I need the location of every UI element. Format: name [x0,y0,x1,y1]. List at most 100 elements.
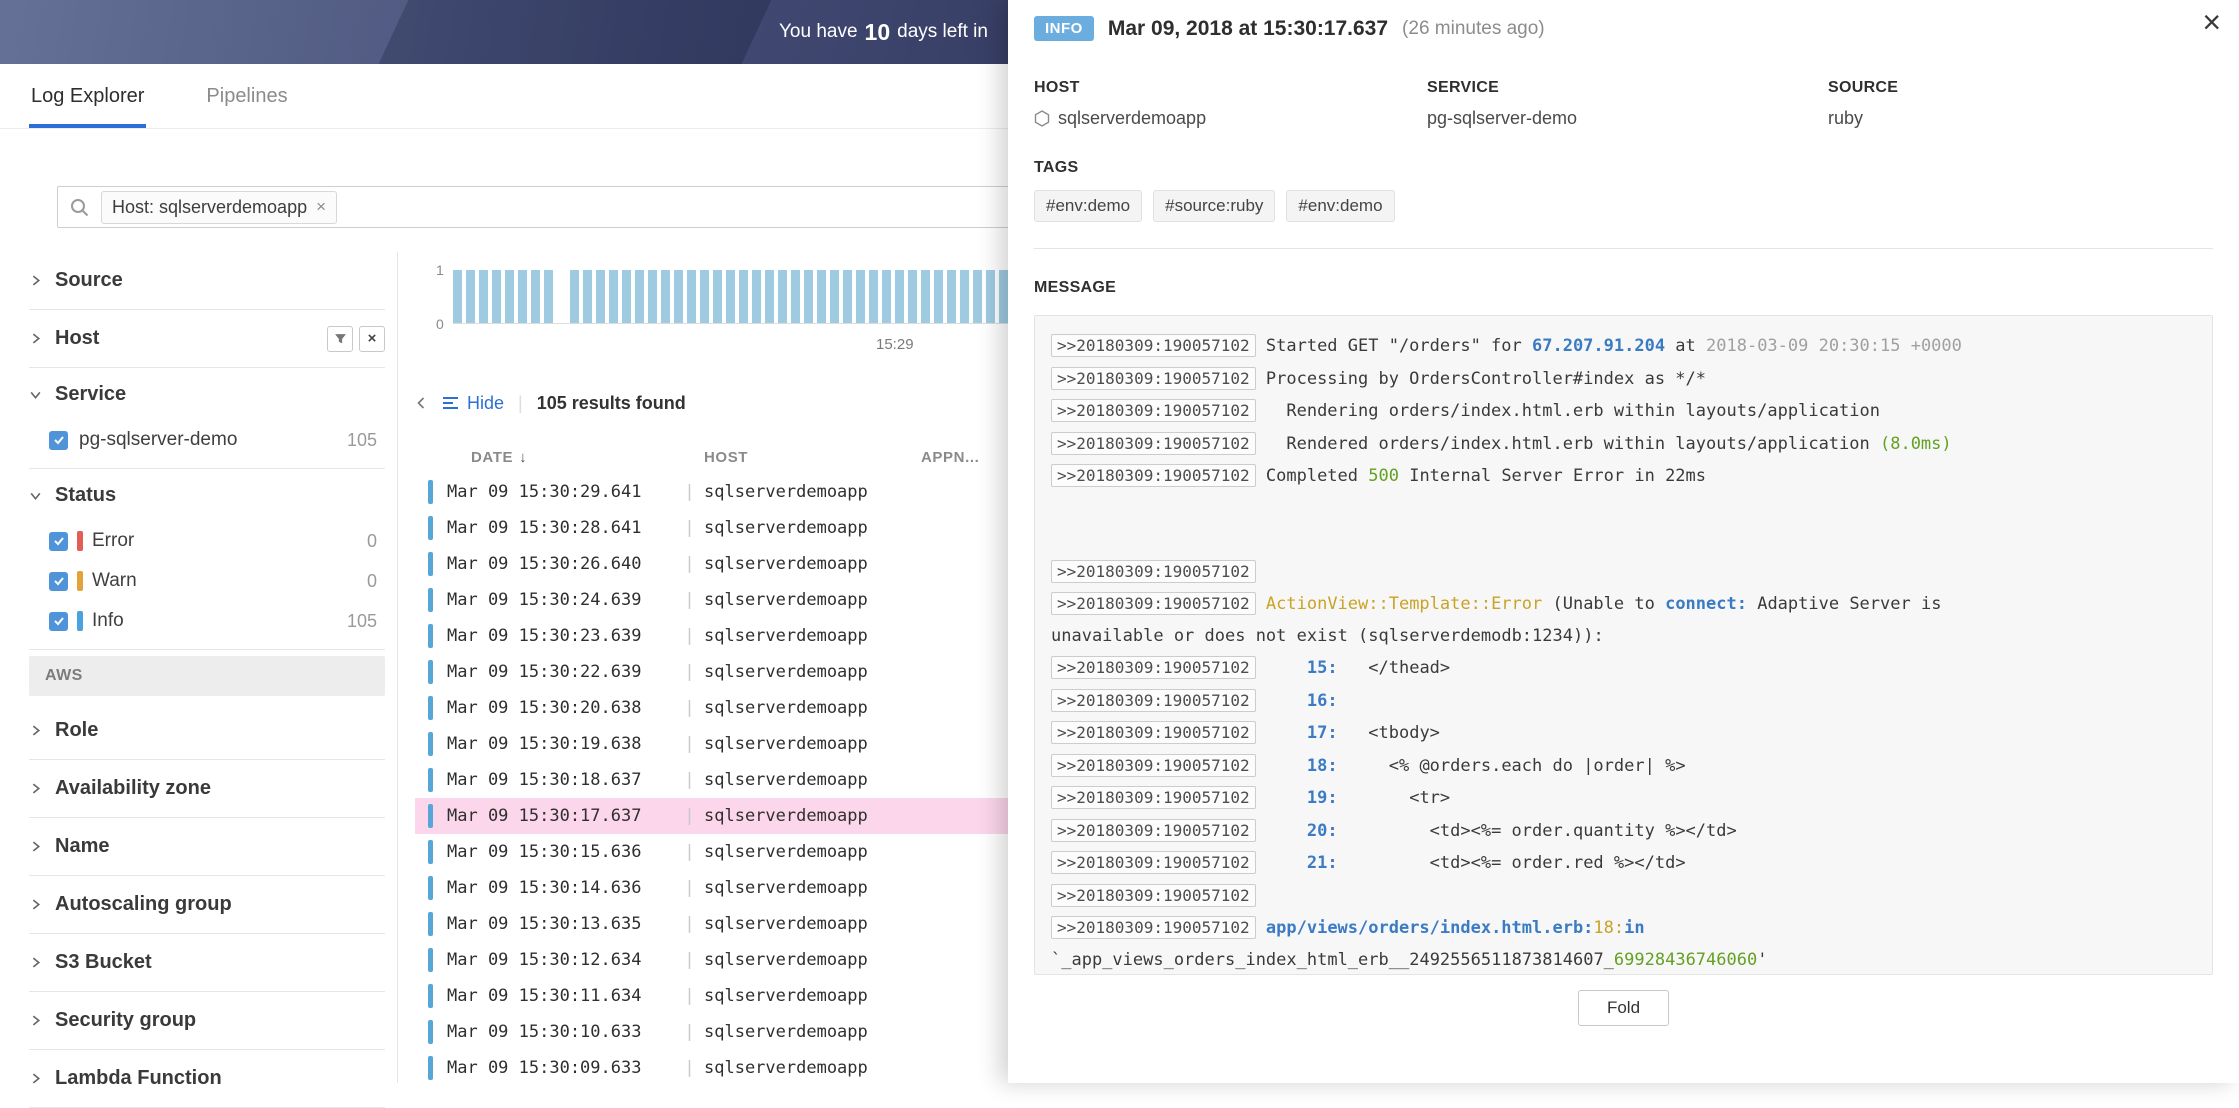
histogram-bar[interactable] [882,270,891,323]
facet-filter-icon[interactable] [327,326,353,352]
facet-source[interactable]: Source [29,252,385,310]
histogram-bar[interactable] [804,270,813,323]
histogram-bar[interactable] [739,270,748,323]
log-timestamp-token[interactable]: >>20180309:190057102 [1051,819,1256,842]
filter-chip-remove-icon[interactable]: × [316,197,326,217]
facet-name[interactable]: Name [29,818,385,876]
facet-s3-bucket[interactable]: S3 Bucket [29,934,385,992]
checkbox-checked[interactable] [49,431,68,450]
histogram-bar[interactable] [960,270,969,323]
histogram-bar[interactable] [765,270,774,323]
log-timestamp-token[interactable]: >>20180309:190057102 [1051,689,1256,712]
facet-item-pg-sqlserver-demo[interactable]: pg-sqlserver-demo105 [29,420,385,460]
log-timestamp-token[interactable]: >>20180309:190057102 [1051,721,1256,744]
search-bar[interactable]: Host: sqlserverdemoapp × [57,186,1157,228]
tab-pipelines[interactable]: Pipelines [206,64,287,128]
histogram-bar[interactable] [986,270,995,323]
tag-chip[interactable]: #source:ruby [1153,190,1275,222]
facet-security-group[interactable]: Security group [29,992,385,1050]
facet-item-warn[interactable]: Warn0 [29,561,385,601]
histogram-bar[interactable] [674,270,683,323]
histogram-bar[interactable] [635,270,644,323]
facet-status[interactable]: Status [29,469,385,521]
collapse-left-icon[interactable] [415,396,428,410]
tab-log-explorer[interactable]: Log Explorer [31,64,144,128]
column-header-host[interactable]: HOST [704,449,921,466]
facet-lambda-function[interactable]: Lambda Function [29,1050,385,1108]
histogram-bar[interactable] [752,270,761,323]
column-header-appname[interactable]: APPN... [921,449,1011,466]
log-timestamp-token[interactable]: >>20180309:190057102 [1051,786,1256,809]
log-timestamp-token[interactable]: >>20180309:190057102 [1051,884,1256,907]
log-timestamp-token[interactable]: >>20180309:190057102 [1051,916,1256,939]
histogram-bar[interactable] [557,270,566,323]
histogram-bar[interactable] [453,270,462,323]
histogram-bar[interactable] [700,270,709,323]
histogram-bar[interactable] [830,270,839,323]
column-header-date[interactable]: DATE ↓ [471,449,704,466]
histogram-bar[interactable] [505,270,514,323]
histogram-bar[interactable] [479,270,488,323]
histogram-bar[interactable] [999,270,1008,323]
log-timestamp-token[interactable]: >>20180309:190057102 [1051,754,1256,777]
checkbox-checked[interactable] [49,532,68,551]
source-value[interactable]: ruby [1828,108,2213,129]
host-value[interactable]: sqlserverdemoapp [1058,108,1206,129]
histogram-bar[interactable] [531,270,540,323]
histogram-bar[interactable] [856,270,865,323]
histogram-bar[interactable] [869,270,878,323]
histogram-bar[interactable] [518,270,527,323]
histogram-bar[interactable] [687,270,696,323]
fold-button[interactable]: Fold [1578,990,1669,1026]
search-filter-chip[interactable]: Host: sqlserverdemoapp × [101,191,337,224]
histogram-bar[interactable] [544,270,553,323]
log-timestamp-token[interactable]: >>20180309:190057102 [1051,656,1256,679]
histogram-bar[interactable] [726,270,735,323]
tag-chip[interactable]: #env:demo [1034,190,1142,222]
histogram-bar[interactable] [791,270,800,323]
facet-exclude-icon[interactable]: × [359,326,385,352]
histogram-bar[interactable] [596,270,605,323]
histogram-bar[interactable] [934,270,943,323]
histogram-bar[interactable] [466,270,475,323]
histogram-bar[interactable] [570,270,579,323]
facet-role[interactable]: Role [29,702,385,760]
log-timestamp-token[interactable]: >>20180309:190057102 [1051,851,1256,874]
log-timestamp-token[interactable]: >>20180309:190057102 [1051,399,1256,422]
histogram-bar[interactable] [622,270,631,323]
checkbox-checked[interactable] [49,612,68,631]
log-timestamp-token[interactable]: >>20180309:190057102 [1051,592,1256,615]
log-date: Mar 09 15:30:10.633 [447,1022,675,1042]
histogram-bar[interactable] [908,270,917,323]
histogram-bar[interactable] [492,270,501,323]
histogram-bar[interactable] [843,270,852,323]
facet-item-info[interactable]: Info105 [29,601,385,641]
close-icon[interactable]: × [2202,6,2221,38]
histogram-bar[interactable] [895,270,904,323]
histogram-bar[interactable] [609,270,618,323]
log-date: Mar 09 15:30:17.637 [447,806,675,826]
facet-host[interactable]: Host× [29,310,385,368]
facet-availability-zone[interactable]: Availability zone [29,760,385,818]
log-timestamp-token[interactable]: >>20180309:190057102 [1051,432,1256,455]
histogram-bar[interactable] [947,270,956,323]
histogram-bar[interactable] [973,270,982,323]
histogram-bar[interactable] [648,270,657,323]
histogram-bar[interactable] [921,270,930,323]
log-timestamp-token[interactable]: >>20180309:190057102 [1051,334,1256,357]
facet-service[interactable]: Service [29,368,385,420]
histogram-bar[interactable] [778,270,787,323]
log-timestamp-token[interactable]: >>20180309:190057102 [1051,464,1256,487]
service-value[interactable]: pg-sqlserver-demo [1427,108,1828,129]
facet-item-error[interactable]: Error0 [29,521,385,561]
histogram-bar[interactable] [817,270,826,323]
checkbox-checked[interactable] [49,572,68,591]
log-timestamp-token[interactable]: >>20180309:190057102 [1051,560,1256,583]
tag-chip[interactable]: #env:demo [1286,190,1394,222]
histogram-bar[interactable] [583,270,592,323]
hide-graph-button[interactable]: Hide [442,393,504,414]
log-timestamp-token[interactable]: >>20180309:190057102 [1051,367,1256,390]
histogram-bar[interactable] [661,270,670,323]
histogram-bar[interactable] [713,270,722,323]
facet-autoscaling-group[interactable]: Autoscaling group [29,876,385,934]
